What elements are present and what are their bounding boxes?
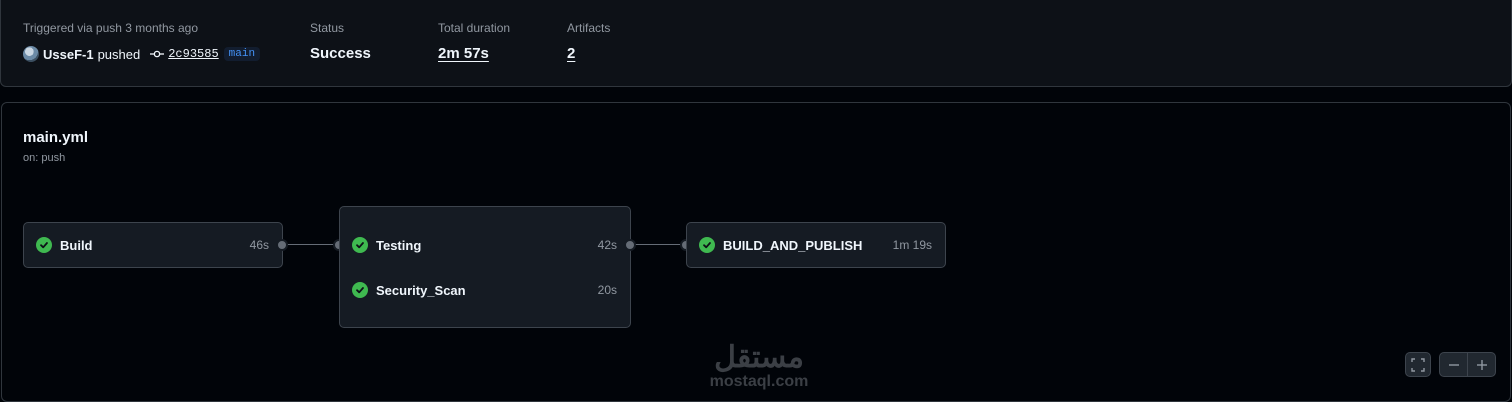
artifacts-link[interactable]: 2: [567, 45, 610, 63]
watermark-arabic: مستقل: [714, 341, 804, 374]
job-duration: 20s: [597, 283, 617, 297]
git-commit-icon: [150, 50, 165, 58]
zoom-in-button[interactable]: [1468, 353, 1495, 376]
job-build-and-publish[interactable]: BUILD_AND_PUBLISH 1m 19s: [687, 223, 945, 267]
zoom-in-icon: [1476, 359, 1487, 370]
watermark-latin: mostaql.com: [709, 373, 809, 390]
connector-dot: [624, 239, 636, 251]
connector-dot: [276, 239, 288, 251]
job-group-test: Testing 42s Security_Scan 20s: [339, 206, 631, 328]
success-check-icon: [352, 237, 368, 253]
job-duration: 42s: [597, 238, 617, 252]
success-check-icon: [36, 237, 52, 253]
job-name: Security_Scan: [376, 282, 466, 298]
push-action: pushed: [97, 46, 141, 62]
duration-section: Total duration 2m 57s: [438, 20, 510, 63]
workflow-trigger: on: push: [23, 152, 66, 164]
job-name: BUILD_AND_PUBLISH: [723, 237, 863, 253]
job-connector: [286, 244, 340, 245]
commit-sha-link[interactable]: 2c93585: [168, 47, 218, 61]
zoom-out-icon: [1448, 363, 1459, 366]
job-name: Testing: [376, 237, 422, 253]
job-build[interactable]: Build 46s: [24, 223, 282, 267]
avatar[interactable]: [23, 46, 39, 62]
actor-link[interactable]: UsseF-1: [43, 47, 94, 62]
trigger-info: Triggered via push 3 months ago UsseF-1 …: [23, 20, 261, 63]
trigger-label: Triggered via push 3 months ago: [23, 21, 198, 35]
duration-link[interactable]: 2m 57s: [438, 45, 510, 63]
run-summary: Triggered via push 3 months ago UsseF-1 …: [0, 0, 1512, 87]
zoom-controls: [1439, 352, 1496, 377]
job-card-build-and-publish[interactable]: BUILD_AND_PUBLISH 1m 19s: [686, 222, 946, 268]
job-security-scan[interactable]: Security_Scan 20s: [340, 268, 630, 312]
job-name: Build: [60, 237, 93, 253]
status-label: Status: [310, 21, 345, 35]
fullscreen-button[interactable]: [1405, 352, 1431, 377]
fullscreen-icon: [1411, 357, 1425, 372]
status-value: Success: [310, 45, 371, 62]
workflow-file-name[interactable]: main.yml: [23, 129, 88, 146]
trigger-details: UsseF-1 pushed 2c93585 main: [23, 45, 261, 63]
workflow-graph: main.yml on: push Build 46s Testing 42s …: [1, 102, 1511, 402]
watermark: مستقل mostaql.com: [705, 343, 813, 391]
branch-badge[interactable]: main: [223, 47, 261, 61]
job-duration: 46s: [249, 238, 269, 252]
zoom-out-button[interactable]: [1440, 353, 1468, 376]
job-card-build[interactable]: Build 46s: [23, 222, 283, 268]
success-check-icon: [699, 237, 715, 253]
job-duration: 1m 19s: [892, 238, 932, 252]
status-section: Status Success: [310, 20, 371, 63]
artifacts-section: Artifacts 2: [567, 20, 610, 63]
artifacts-label: Artifacts: [567, 21, 611, 35]
job-testing[interactable]: Testing 42s: [340, 223, 630, 267]
success-check-icon: [352, 282, 368, 298]
duration-label: Total duration: [438, 21, 511, 35]
